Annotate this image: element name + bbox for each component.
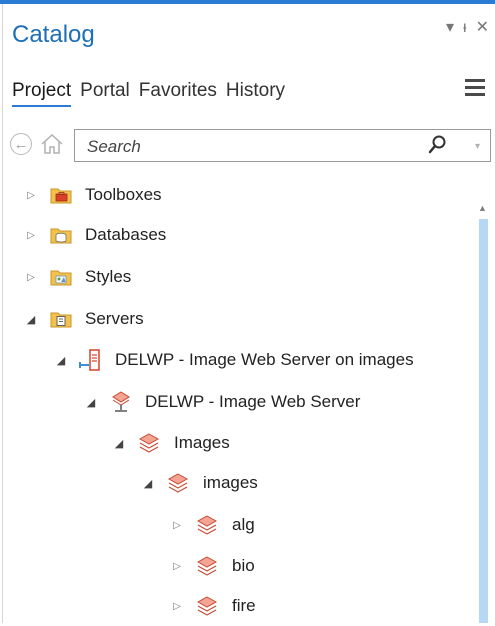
pane-title: Catalog — [12, 21, 95, 48]
pane-controls: ▾ ᵻ ✕ — [446, 20, 489, 36]
server-connection-icon — [79, 348, 103, 372]
database-folder-icon — [49, 223, 73, 247]
tree-item-label: Databases — [85, 225, 167, 244]
collapse-arrow-icon[interactable]: ◢ — [86, 396, 96, 409]
back-arrow-icon[interactable]: ← — [10, 133, 32, 155]
tree-item-servers[interactable]: ◢ Servers — [26, 299, 144, 339]
tree-item-alg[interactable]: ▷ alg — [172, 505, 255, 545]
tree-item-images-folder[interactable]: ◢ Images — [114, 423, 230, 463]
search-options-dropdown-icon[interactable]: ▾ — [475, 141, 480, 152]
tree-item-bio[interactable]: ▷ bio — [172, 546, 255, 586]
image-service-folder-icon — [195, 594, 219, 618]
expand-arrow-icon[interactable]: ▷ — [172, 601, 182, 612]
tree-item-label: Servers — [85, 309, 144, 328]
pin-icon[interactable]: ᵻ — [463, 20, 467, 36]
close-icon[interactable]: ✕ — [476, 20, 489, 36]
tab-portal[interactable]: Portal — [80, 80, 130, 107]
collapse-arrow-icon[interactable]: ◢ — [114, 437, 124, 450]
search-icon[interactable] — [428, 134, 448, 156]
expand-arrow-icon[interactable]: ▷ — [26, 272, 36, 283]
tree-item-image-web-server[interactable]: ◢ DELWP - Image Web Server — [86, 382, 360, 422]
image-service-folder-icon — [166, 471, 190, 495]
catalog-tabs: Project Portal Favorites History — [12, 80, 285, 107]
pane-options-dropdown-icon[interactable]: ▾ — [446, 20, 454, 36]
tree-item-styles[interactable]: ▷ Styles — [26, 257, 131, 297]
tree-item-label: fire — [232, 596, 256, 615]
tree-item-label: alg — [232, 515, 255, 534]
search-box: ▾ — [74, 129, 491, 162]
collapse-arrow-icon[interactable]: ◢ — [143, 477, 153, 490]
tree-item-label: Images — [174, 433, 230, 452]
expand-arrow-icon[interactable]: ▷ — [172, 561, 182, 572]
tree-item-images-service[interactable]: ◢ images — [143, 463, 258, 503]
collapse-arrow-icon[interactable]: ◢ — [26, 313, 36, 326]
expand-arrow-icon[interactable]: ▷ — [26, 190, 36, 201]
home-icon[interactable] — [40, 133, 64, 155]
styles-folder-icon — [49, 265, 73, 289]
tree-item-toolboxes[interactable]: ▷ Toolboxes — [26, 175, 162, 215]
collapse-arrow-icon[interactable]: ◢ — [56, 354, 66, 367]
hamburger-menu-icon[interactable] — [465, 79, 485, 97]
server-folder-icon — [49, 307, 73, 331]
tree-item-label: bio — [232, 556, 255, 575]
image-service-folder-icon — [195, 554, 219, 578]
tree-item-label: Styles — [85, 267, 132, 286]
scrollbar-thumb[interactable] — [479, 219, 488, 623]
tab-history[interactable]: History — [226, 80, 285, 107]
tree-item-label: Toolboxes — [85, 185, 162, 204]
tree-item-label: images — [203, 473, 258, 492]
tree-item-fire[interactable]: ▷ fire — [172, 586, 256, 626]
expand-arrow-icon[interactable]: ▷ — [26, 230, 36, 241]
tab-project[interactable]: Project — [12, 80, 72, 107]
tree-item-label: DELWP - Image Web Server on images — [115, 350, 414, 369]
tab-favorites[interactable]: Favorites — [139, 80, 217, 107]
pane-accent-bar — [0, 0, 495, 4]
toolbox-icon — [49, 183, 73, 207]
tree-item-label: DELWP - Image Web Server — [145, 392, 361, 411]
search-input[interactable] — [85, 136, 419, 158]
image-server-icon — [109, 390, 133, 414]
image-service-folder-icon — [137, 431, 161, 455]
tree-item-databases[interactable]: ▷ Databases — [26, 215, 166, 255]
expand-arrow-icon[interactable]: ▷ — [172, 520, 182, 531]
scroll-up-arrow-icon[interactable]: ▲ — [478, 203, 487, 213]
pane-left-border — [2, 4, 3, 623]
image-service-folder-icon — [195, 513, 219, 537]
tree-item-server-connection[interactable]: ◢ DELWP - Image Web Server on images — [56, 340, 414, 380]
